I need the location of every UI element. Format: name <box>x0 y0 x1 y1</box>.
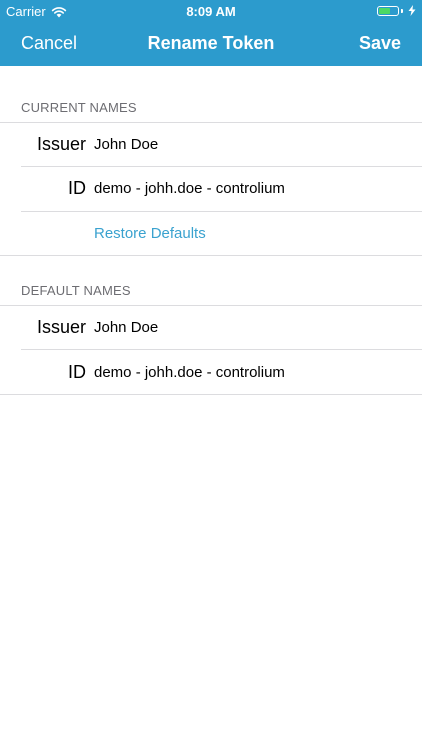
current-names-header: CURRENT NAMES <box>21 100 137 115</box>
charging-bolt-icon <box>408 5 416 16</box>
status-time: 8:09 AM <box>186 4 236 19</box>
current-issuer-value[interactable]: John Doe <box>94 136 158 153</box>
navigation-bar: Cancel Rename Token Save <box>0 22 422 66</box>
restore-defaults-button[interactable]: Restore Defaults <box>94 225 206 242</box>
save-button[interactable]: Save <box>359 33 401 54</box>
default-id-row: ID demo - johh.doe - controlium <box>0 350 422 394</box>
id-label: ID <box>68 177 86 198</box>
default-names-header: DEFAULT NAMES <box>21 283 131 298</box>
current-id-value[interactable]: demo - johh.doe - controlium <box>94 180 285 197</box>
battery-indicator <box>377 5 416 16</box>
battery-nub <box>401 8 403 13</box>
divider <box>0 394 422 395</box>
battery-icon <box>377 5 399 16</box>
issuer-label: Issuer <box>36 133 86 154</box>
default-issuer-row: Issuer John Doe <box>0 305 422 349</box>
status-bar: Carrier 8:09 AM <box>0 0 422 22</box>
current-id-row[interactable]: ID demo - johh.doe - controlium <box>0 166 422 210</box>
app-header: Carrier 8:09 AM Cancel Rename Token Save <box>0 0 422 66</box>
divider <box>0 255 422 256</box>
id-label: ID <box>68 361 86 382</box>
issuer-label: Issuer <box>36 316 86 337</box>
default-id-value: demo - johh.doe - controlium <box>94 363 285 381</box>
default-issuer-value: John Doe <box>94 318 159 336</box>
restore-defaults-row[interactable]: Restore Defaults <box>0 211 422 255</box>
battery-fill <box>379 7 390 14</box>
current-issuer-row[interactable]: Issuer John Doe <box>0 122 422 166</box>
